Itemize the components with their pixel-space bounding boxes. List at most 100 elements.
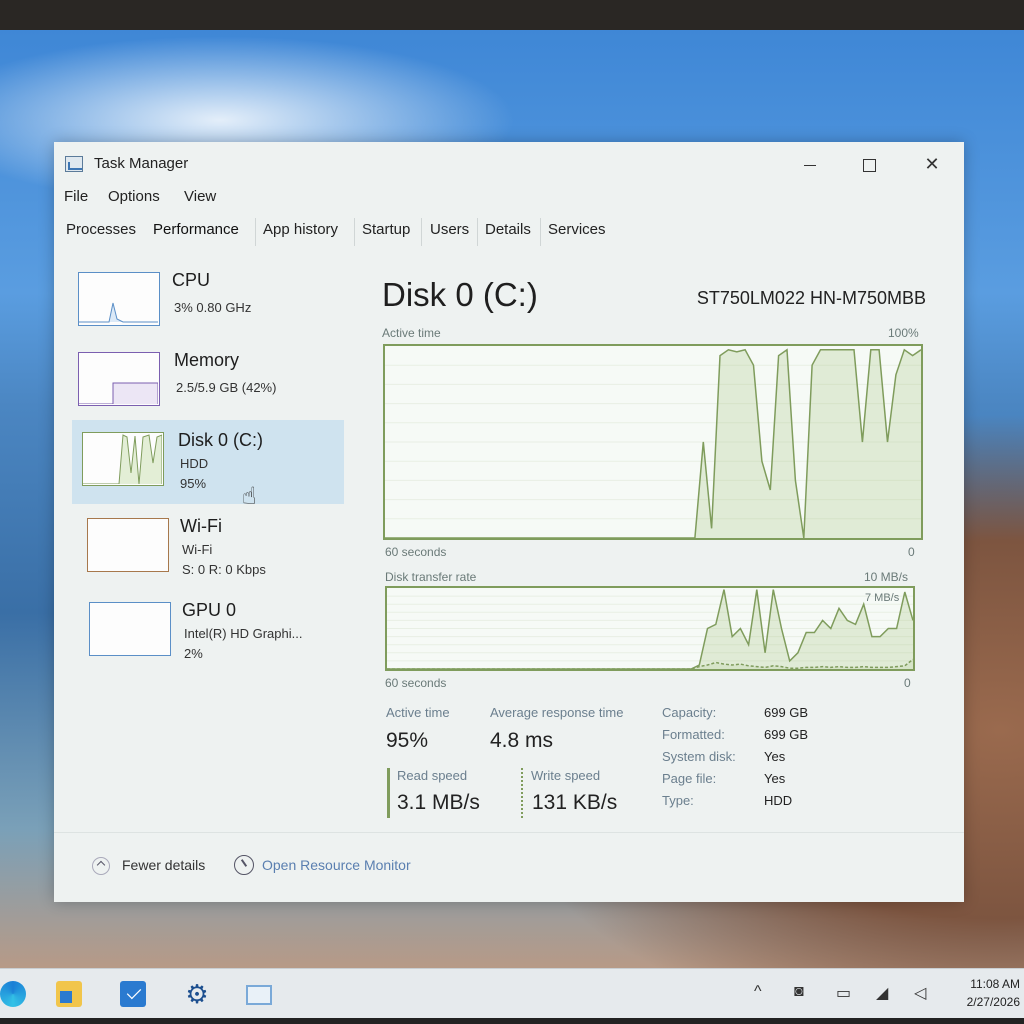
stat-active-time-value: 95%: [386, 729, 429, 752]
tab-startup[interactable]: Startup: [362, 221, 410, 238]
close-button[interactable]: ✕: [910, 148, 954, 180]
memory-thumbnail-graph: [78, 352, 160, 406]
sidebar-sub-cpu: 3% 0.80 GHz: [174, 300, 252, 315]
tab-users[interactable]: Users: [430, 221, 469, 238]
active-time-chart: [385, 348, 921, 538]
tab-processes[interactable]: Processes: [66, 221, 136, 238]
transfer-rate-min: 0: [904, 676, 911, 690]
screen-bezel-top: [0, 0, 1024, 30]
sidebar-sub-gpu-name: Intel(R) HD Graphi...: [184, 626, 303, 641]
transfer-rate-label: Disk transfer rate: [385, 570, 477, 584]
read-speed-marker: [387, 768, 390, 818]
close-icon: ✕: [924, 154, 940, 174]
sidebar-sub-disk-type: HDD: [180, 456, 209, 471]
series-area-0: [387, 589, 913, 669]
stat-response-value: 4.8 ms: [490, 729, 554, 752]
edge-icon[interactable]: [0, 981, 26, 1007]
prop-system-disk-key: System disk:: [662, 749, 736, 764]
transfer-rate-x-label: 60 seconds: [385, 676, 447, 690]
battery-icon[interactable]: ▭: [836, 983, 851, 1003]
sidebar-sub-wifi-name: Wi-Fi: [182, 542, 213, 557]
memory-mini-chart: [79, 382, 158, 404]
transfer-rate-max: 10 MB/s: [864, 570, 909, 584]
active-time-max: 100%: [888, 326, 919, 340]
maximize-button[interactable]: [847, 148, 891, 180]
volume-icon[interactable]: ◁: [914, 983, 926, 1003]
resource-monitor-icon: [234, 855, 254, 875]
sidebar-sub-gpu-usage: 2%: [184, 646, 203, 661]
active-time-graph: [383, 344, 923, 540]
menu-view[interactable]: View: [184, 188, 216, 205]
tab-separator: [255, 218, 256, 246]
disk-model: ST750LM022 HN-M750MBB: [696, 288, 926, 308]
sidebar-label-wifi: Wi-Fi: [180, 516, 222, 536]
stat-write-value: 131 KB/s: [532, 791, 618, 814]
tab-bar: Processes Performance App history Startu…: [54, 218, 964, 246]
mail-icon[interactable]: [120, 981, 146, 1007]
sidebar-label-cpu: CPU: [172, 270, 211, 290]
settings-icon[interactable]: ⚙: [184, 981, 210, 1007]
fewer-details-link[interactable]: Fewer details: [122, 857, 205, 873]
prop-system-disk-value: Yes: [764, 749, 786, 764]
sidebar-label-gpu: GPU 0: [182, 600, 237, 620]
prop-page-file-value: Yes: [764, 771, 786, 786]
menu-file[interactable]: File: [64, 188, 88, 205]
stat-write-label: Write speed: [531, 768, 601, 783]
stat-read-value: 3.1 MB/s: [397, 791, 480, 814]
prop-capacity-key: Capacity:: [662, 705, 717, 720]
wifi-icon[interactable]: ◢: [876, 983, 888, 1003]
tab-services[interactable]: Services: [548, 221, 606, 238]
active-time-min: 0: [908, 545, 915, 559]
prop-page-file-key: Page file:: [662, 771, 717, 786]
menu-options[interactable]: Options: [108, 188, 160, 205]
cpu-mini-chart: [79, 302, 158, 323]
prop-type-value: HDD: [764, 793, 793, 808]
sidebar-sub-wifi-speed: S: 0 R: 0 Kbps: [182, 562, 266, 577]
sidebar-sub-memory: 2.5/5.9 GB (42%): [176, 380, 277, 395]
gpu-thumbnail-graph: [89, 602, 171, 656]
active-time-label: Active time: [382, 326, 441, 340]
meet-icon[interactable]: ◙: [794, 983, 804, 1001]
transfer-rate-graph: 7 MB/s: [385, 586, 915, 671]
chevron-up-icon[interactable]: [92, 857, 110, 875]
transfer-rate-mid: 7 MB/s: [865, 592, 900, 604]
tab-separator: [421, 218, 422, 246]
cpu-thumbnail-graph: [78, 272, 160, 326]
sidebar-sub-disk-usage: 95%: [180, 476, 207, 491]
minimize-icon: [804, 164, 816, 166]
tab-details[interactable]: Details: [485, 221, 531, 238]
sidebar-item-memory[interactable]: Memory 2.5/5.9 GB (42%): [72, 340, 344, 424]
series-area-0: [385, 349, 921, 538]
footer: Fewer details Open Resource Monitor: [54, 832, 964, 902]
clock-date: 2/27/2026: [966, 995, 1020, 1009]
task-manager-icon[interactable]: [246, 985, 272, 1005]
stat-response-label: Average response time: [490, 705, 624, 720]
chevron-up-icon[interactable]: ^: [754, 983, 762, 1001]
open-resource-monitor-link[interactable]: Open Resource Monitor: [262, 857, 411, 873]
sidebar-item-wifi[interactable]: Wi-Fi Wi-Fi S: 0 R: 0 Kbps: [72, 506, 344, 590]
task-manager-window: Task Manager ✕ File Options View Process…: [54, 142, 964, 902]
title-bar[interactable]: Task Manager ✕: [54, 142, 964, 184]
prop-formatted-value: 699 GB: [764, 727, 809, 742]
sidebar-item-cpu[interactable]: CPU 3% 0.80 GHz: [72, 260, 344, 344]
disk-mini-chart: [83, 434, 162, 484]
clock[interactable]: 11:08 AM 2/27/2026: [967, 975, 1020, 1011]
sidebar-label-disk: Disk 0 (C:): [178, 430, 263, 450]
disk-thumbnail-graph: [82, 432, 164, 486]
prop-capacity-value: 699 GB: [764, 705, 809, 720]
sidebar-item-disk[interactable]: Disk 0 (C:) HDD 95% ☝: [72, 420, 344, 510]
minimize-button[interactable]: [788, 148, 832, 180]
prop-formatted-key: Formatted:: [662, 727, 725, 742]
tab-app-history[interactable]: App history: [263, 221, 338, 238]
wifi-thumbnail-graph: [87, 518, 169, 572]
tab-performance[interactable]: Performance: [153, 221, 239, 238]
active-time-x-label: 60 seconds: [385, 545, 447, 559]
prop-type-key: Type:: [662, 793, 694, 808]
stat-read-label: Read speed: [397, 768, 468, 783]
tab-separator: [540, 218, 541, 246]
sidebar-item-gpu[interactable]: GPU 0 Intel(R) HD Graphi... 2%: [72, 590, 344, 674]
file-explorer-icon[interactable]: [56, 981, 82, 1007]
clock-time: 11:08 AM: [970, 977, 1020, 991]
task-manager-app-icon: [65, 156, 83, 172]
tab-separator: [477, 218, 478, 246]
